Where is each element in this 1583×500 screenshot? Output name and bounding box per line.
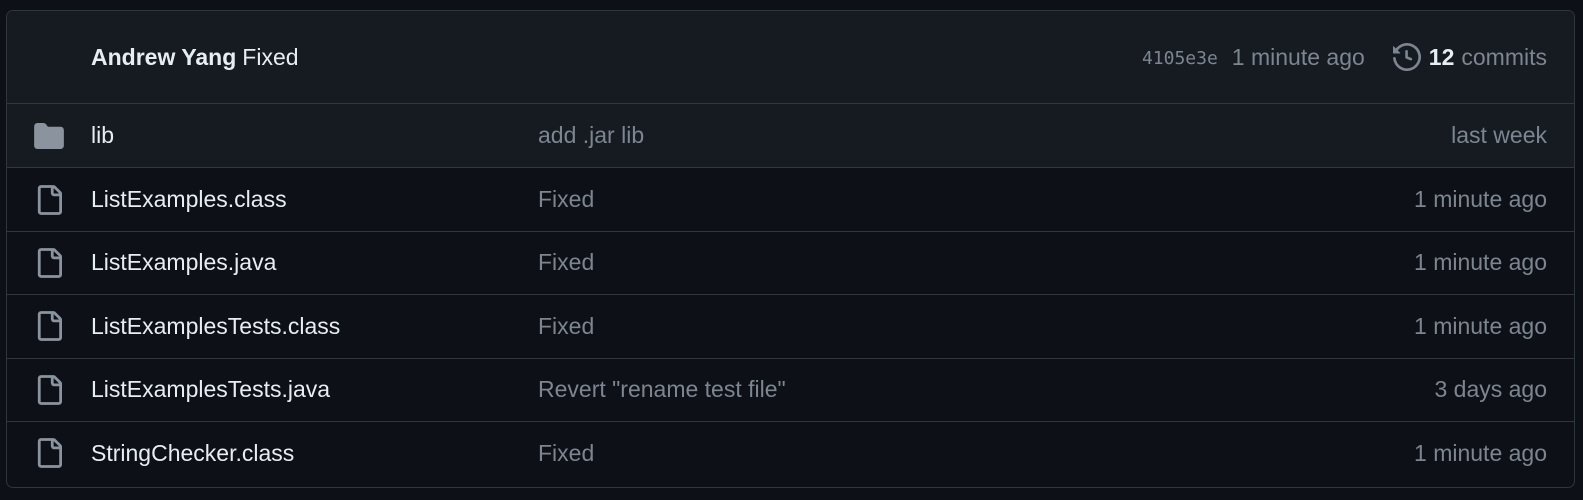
commits-history-link[interactable]: 12 commits: [1392, 42, 1547, 72]
file-list-box: Andrew Yang Fixed 4105e3e 1 minute ago 12…: [6, 10, 1575, 488]
commit-message-link[interactable]: Fixed: [538, 313, 594, 340]
folder-icon: [34, 121, 64, 151]
commit-age: 1 minute ago: [1414, 249, 1547, 276]
commit-age: 3 days ago: [1434, 376, 1547, 403]
file-icon: [34, 248, 64, 278]
latest-commit-header: Andrew Yang Fixed 4105e3e 1 minute ago 12…: [7, 11, 1574, 104]
latest-commit-summary: Andrew Yang Fixed: [91, 44, 1142, 71]
file-icon: [34, 438, 64, 468]
commit-message-link[interactable]: Fixed: [538, 249, 594, 276]
folder-row: lib add .jar lib last week: [7, 104, 1574, 168]
file-icon: [34, 374, 64, 405]
commit-author-link[interactable]: Andrew Yang: [91, 44, 236, 70]
file-name-link[interactable]: ListExamples.class: [91, 186, 287, 213]
file-row: ListExamplesTests.class Fixed 1 minute ago: [7, 294, 1574, 357]
file-row: StringChecker.class Fixed 1 minute ago: [7, 420, 1574, 484]
folder-name-link[interactable]: lib: [91, 122, 114, 149]
commit-age: last week: [1451, 122, 1547, 149]
commit-message-link[interactable]: Revert "rename test file": [538, 376, 786, 403]
commit-sha-link[interactable]: 4105e3e: [1142, 48, 1218, 69]
history-icon: [1392, 42, 1421, 72]
file-name-link[interactable]: ListExamplesTests.class: [91, 313, 340, 340]
commit-count: 12: [1428, 43, 1455, 70]
commit-message-link[interactable]: Fixed: [538, 186, 594, 213]
file-icon: [34, 311, 64, 342]
commit-message-link[interactable]: Fixed: [242, 44, 298, 70]
commits-label: commits: [1461, 43, 1547, 70]
file-row: ListExamplesTests.java Revert "rename tes…: [7, 357, 1574, 421]
file-row: ListExamples.class Fixed 1 minute ago: [7, 167, 1574, 230]
file-name-link[interactable]: ListExamples.java: [91, 249, 276, 276]
file-rows: lib add .jar lib last week ListExamples.cla…: [7, 104, 1574, 484]
commit-message-link[interactable]: add .jar lib: [538, 122, 644, 149]
commit-age: 1 minute ago: [1414, 186, 1547, 213]
file-name-link[interactable]: StringChecker.class: [91, 440, 294, 467]
file-name-link[interactable]: ListExamplesTests.java: [91, 376, 330, 403]
commit-time: 1 minute ago: [1231, 43, 1365, 70]
commit-age: 1 minute ago: [1414, 439, 1547, 466]
file-icon: [34, 184, 64, 215]
latest-commit-meta: 4105e3e 1 minute ago 12 commits: [1142, 42, 1547, 72]
commit-age: 1 minute ago: [1414, 312, 1547, 339]
file-row: ListExamples.java Fixed 1 minute ago: [7, 230, 1574, 294]
commit-message-link[interactable]: Fixed: [538, 440, 594, 467]
